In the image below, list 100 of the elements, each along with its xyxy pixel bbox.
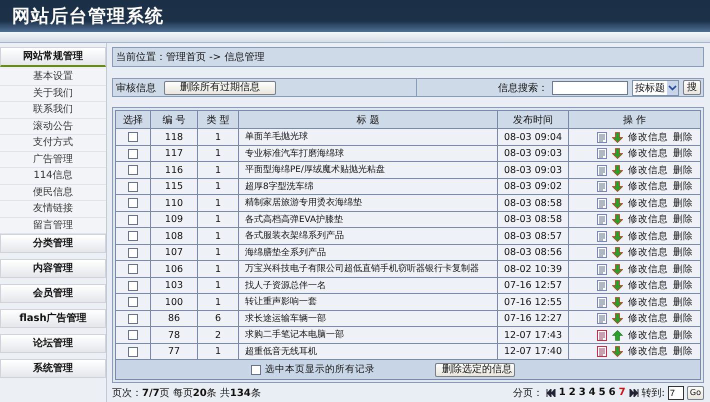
search-field[interactable]	[552, 80, 628, 95]
sidebar-item[interactable]: 广告管理	[0, 152, 106, 168]
row-checkbox[interactable]	[128, 248, 138, 258]
sidebar-group[interactable]: 内容管理	[0, 259, 106, 278]
down-arrow-icon[interactable]	[612, 247, 623, 258]
edit-link[interactable]: 修改信息	[628, 345, 668, 358]
edit-link[interactable]: 修改信息	[628, 230, 668, 243]
document-icon[interactable]	[597, 280, 607, 292]
down-arrow-icon[interactable]	[612, 296, 623, 308]
last-page-icon[interactable]	[628, 388, 639, 397]
down-arrow-icon[interactable]	[612, 346, 623, 358]
page-link[interactable]: 7	[618, 387, 626, 398]
document-icon[interactable]	[597, 346, 607, 358]
down-arrow-icon[interactable]	[612, 313, 623, 324]
edit-link[interactable]: 修改信息	[628, 296, 668, 309]
edit-link[interactable]: 修改信息	[628, 130, 668, 144]
row-checkbox[interactable]	[128, 231, 138, 242]
page-link[interactable]: 3	[578, 387, 586, 398]
sidebar-item[interactable]: 便民信息	[0, 184, 106, 201]
delete-link[interactable]: 删除	[673, 130, 693, 144]
down-arrow-icon[interactable]	[612, 148, 623, 160]
sidebar-item[interactable]: 留言管理	[0, 218, 106, 234]
document-icon[interactable]	[597, 214, 607, 226]
delete-expired-button[interactable]: 删除所有过期信息	[164, 80, 276, 95]
delete-link[interactable]: 删除	[673, 246, 693, 260]
document-icon[interactable]	[597, 230, 607, 242]
search-button[interactable]: 搜	[683, 80, 701, 96]
sidebar-group[interactable]: 网站常规管理	[0, 47, 106, 67]
document-icon[interactable]	[597, 181, 607, 192]
sidebar-item[interactable]: 基本设置	[0, 69, 106, 86]
sidebar-group[interactable]: 分类管理	[0, 234, 106, 253]
down-arrow-icon[interactable]	[612, 214, 623, 226]
edit-link[interactable]: 修改信息	[628, 196, 668, 210]
delete-link[interactable]: 删除	[673, 180, 693, 194]
document-icon[interactable]	[597, 132, 607, 143]
row-checkbox[interactable]	[128, 182, 138, 192]
select-all-checkbox[interactable]	[251, 364, 261, 375]
document-icon[interactable]	[597, 148, 607, 160]
sidebar-group[interactable]: 会员管理	[0, 284, 106, 303]
document-icon[interactable]	[597, 264, 607, 275]
row-checkbox[interactable]	[128, 346, 138, 357]
down-arrow-icon[interactable]	[612, 181, 623, 192]
sidebar-group[interactable]: flash广告管理	[0, 309, 106, 328]
sidebar-item[interactable]: 联系我们	[0, 102, 106, 118]
down-arrow-icon[interactable]	[612, 132, 623, 143]
row-checkbox[interactable]	[128, 297, 138, 308]
edit-link[interactable]: 修改信息	[628, 312, 668, 326]
row-checkbox[interactable]	[128, 314, 138, 324]
sidebar-item[interactable]: 支付方式	[0, 135, 106, 152]
down-arrow-icon[interactable]	[612, 230, 623, 242]
document-icon[interactable]	[597, 247, 607, 258]
delete-link[interactable]: 删除	[673, 164, 693, 177]
edit-link[interactable]: 修改信息	[628, 279, 668, 292]
go-button[interactable]: Go	[686, 386, 704, 400]
edit-link[interactable]: 修改信息	[628, 328, 668, 342]
sidebar-group[interactable]: 系统管理	[0, 359, 106, 378]
down-arrow-icon[interactable]	[612, 164, 623, 176]
row-checkbox[interactable]	[128, 264, 138, 274]
edit-link[interactable]: 修改信息	[628, 147, 668, 160]
delete-link[interactable]: 删除	[673, 196, 693, 210]
row-checkbox[interactable]	[128, 198, 138, 208]
delete-link[interactable]: 删除	[673, 328, 693, 342]
delete-link[interactable]: 删除	[673, 262, 693, 276]
delete-selected-button[interactable]: 删除选定的信息	[435, 362, 515, 377]
page-link[interactable]: 2	[568, 387, 576, 398]
row-checkbox[interactable]	[128, 214, 138, 225]
page-link[interactable]: 5	[598, 387, 606, 398]
row-checkbox[interactable]	[128, 280, 138, 291]
sidebar-group[interactable]: 论坛管理	[0, 334, 106, 353]
page-link[interactable]: 1	[558, 387, 566, 398]
document-icon[interactable]	[597, 164, 607, 176]
delete-link[interactable]: 删除	[673, 213, 693, 226]
edit-link[interactable]: 修改信息	[628, 262, 668, 276]
down-arrow-icon[interactable]	[612, 280, 623, 292]
page-link[interactable]: 4	[588, 387, 596, 398]
down-arrow-icon[interactable]	[612, 264, 623, 275]
delete-link[interactable]: 删除	[673, 296, 693, 309]
up-arrow-icon[interactable]	[612, 330, 623, 341]
delete-link[interactable]: 删除	[673, 345, 693, 358]
page-link[interactable]: 6	[608, 387, 616, 398]
document-icon[interactable]	[597, 296, 607, 308]
edit-link[interactable]: 修改信息	[628, 164, 668, 177]
edit-link[interactable]: 修改信息	[628, 180, 668, 194]
sidebar-item[interactable]: 滚动公告	[0, 118, 106, 135]
delete-link[interactable]: 删除	[673, 230, 693, 243]
first-page-icon[interactable]	[546, 388, 556, 397]
sidebar-item[interactable]: 关于我们	[0, 86, 106, 102]
row-checkbox[interactable]	[128, 165, 138, 176]
edit-link[interactable]: 修改信息	[628, 213, 668, 226]
goto-field[interactable]: 7	[668, 386, 684, 400]
delete-link[interactable]: 删除	[673, 279, 693, 292]
edit-link[interactable]: 修改信息	[628, 246, 668, 260]
document-icon[interactable]	[597, 198, 607, 209]
delete-link[interactable]: 删除	[673, 147, 693, 160]
sidebar-item[interactable]: 友情链接	[0, 201, 106, 218]
row-checkbox[interactable]	[128, 330, 138, 340]
row-checkbox[interactable]	[128, 132, 138, 142]
delete-link[interactable]: 删除	[673, 312, 693, 326]
document-icon[interactable]	[597, 313, 607, 324]
document-icon[interactable]	[597, 330, 607, 341]
